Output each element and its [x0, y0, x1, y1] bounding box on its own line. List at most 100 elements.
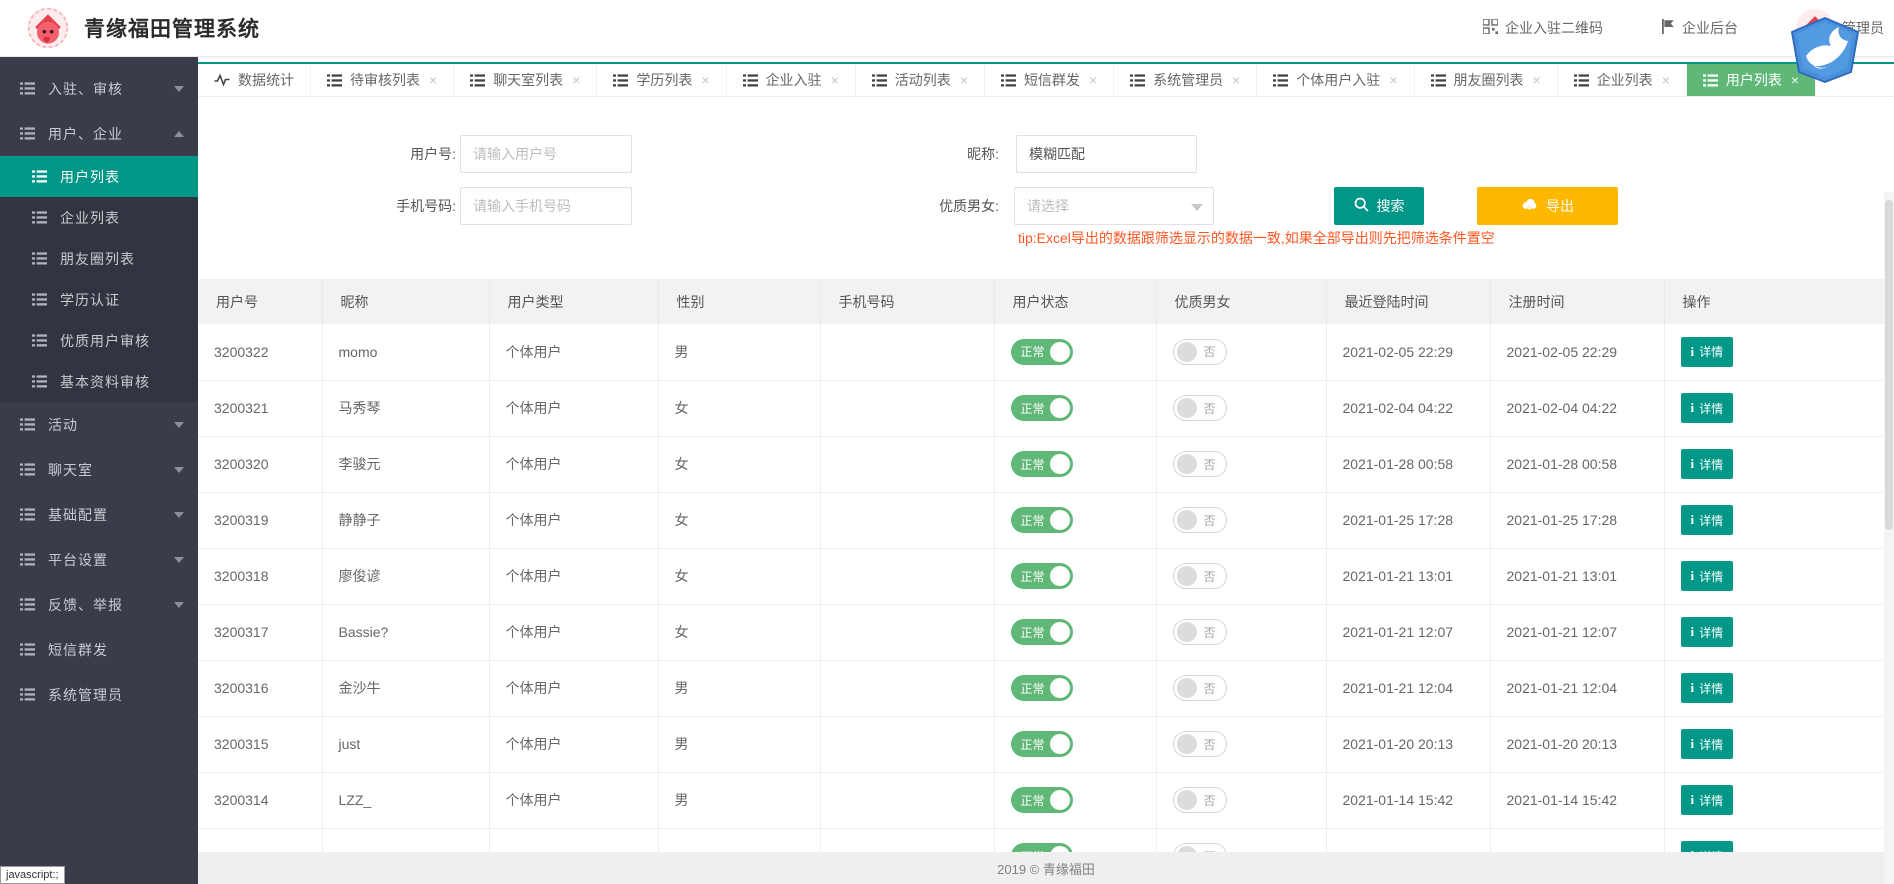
detail-button[interactable]: i详情	[1681, 617, 1734, 647]
list-icon	[20, 127, 35, 140]
page-footer: 2019 © 青缘福田	[198, 852, 1894, 884]
cell-nickname: 金沙牛	[322, 660, 489, 716]
tab-企业入驻[interactable]: 企业入驻×	[727, 64, 856, 96]
cell-action: i详情	[1664, 772, 1894, 828]
user-id-input[interactable]	[460, 135, 632, 173]
tab-朋友圈列表[interactable]: 朋友圈列表×	[1415, 64, 1558, 96]
premium-toggle-off[interactable]: 否	[1173, 507, 1227, 533]
premium-toggle-off[interactable]: 否	[1173, 451, 1227, 477]
sidebar-item-入驻、审核[interactable]: 入驻、审核	[0, 66, 198, 111]
toggle-knob	[1050, 678, 1070, 698]
close-icon[interactable]: ×	[1662, 73, 1670, 87]
detail-button[interactable]: i详情	[1681, 393, 1734, 423]
detail-button[interactable]: i详情	[1681, 729, 1734, 759]
close-icon[interactable]: ×	[1232, 73, 1240, 87]
sidebar-subitem-学历认证[interactable]: 学历认证	[0, 279, 198, 320]
sidebar-subitem-企业列表[interactable]: 企业列表	[0, 197, 198, 238]
search-button[interactable]: 搜索	[1334, 187, 1424, 225]
page-panel: 用户号: 昵称: 手机号码: 优质男女: 请选择 搜	[198, 97, 1894, 884]
table-row: 3200316金沙牛个体用户男正常否2021-01-21 12:042021-0…	[198, 660, 1894, 716]
status-toggle-on[interactable]: 正常	[1011, 843, 1073, 852]
tab-活动列表[interactable]: 活动列表×	[856, 64, 985, 96]
sidebar-subitem-朋友圈列表[interactable]: 朋友圈列表	[0, 238, 198, 279]
sidebar-subitem-用户列表[interactable]: 用户列表	[0, 156, 198, 197]
premium-toggle-off[interactable]: 否	[1173, 563, 1227, 589]
cell-nickname: 廖俊谚	[322, 548, 489, 604]
close-icon[interactable]: ×	[1389, 73, 1397, 87]
detail-button[interactable]: i详情	[1681, 561, 1734, 591]
qrcode-link[interactable]: 企业入驻二维码	[1483, 18, 1603, 38]
tab-聊天室列表[interactable]: 聊天室列表×	[454, 64, 597, 96]
status-toggle-on[interactable]: 正常	[1011, 395, 1073, 421]
status-toggle-on[interactable]: 正常	[1011, 451, 1073, 477]
tab-学历列表[interactable]: 学历列表×	[597, 64, 726, 96]
premium-toggle-off[interactable]: 否	[1173, 843, 1227, 852]
detail-button[interactable]: i详情	[1681, 841, 1734, 852]
status-toggle-on[interactable]: 正常	[1011, 731, 1073, 757]
sidebar-item-短信群发[interactable]: 短信群发	[0, 627, 198, 672]
close-icon[interactable]: ×	[960, 73, 968, 87]
premium-toggle-off[interactable]: 否	[1173, 731, 1227, 757]
premium-toggle-off[interactable]: 否	[1173, 675, 1227, 701]
sidebar-item-基础配置[interactable]: 基础配置	[0, 492, 198, 537]
sidebar-item-label: 入驻、审核	[48, 79, 123, 99]
close-icon[interactable]: ×	[1089, 73, 1097, 87]
premium-toggle-off[interactable]: 否	[1173, 787, 1227, 813]
status-toggle-on[interactable]: 正常	[1011, 675, 1073, 701]
premium-toggle-off[interactable]: 否	[1173, 619, 1227, 645]
scrollbar-thumb[interactable]	[1885, 200, 1893, 530]
cell-phone	[820, 492, 994, 548]
premium-select[interactable]: 请选择	[1014, 187, 1214, 225]
status-toggle-on[interactable]: 正常	[1011, 339, 1073, 365]
close-icon[interactable]: ×	[831, 73, 839, 87]
detail-button[interactable]: i详情	[1681, 505, 1734, 535]
close-icon[interactable]: ×	[429, 73, 437, 87]
detail-button[interactable]: i详情	[1681, 785, 1734, 815]
detail-button[interactable]: i详情	[1681, 337, 1734, 367]
tab-个体用户入驻[interactable]: 个体用户入驻×	[1257, 64, 1414, 96]
tab-数据统计[interactable]: 数据统计	[198, 64, 311, 96]
detail-button[interactable]: i详情	[1681, 449, 1734, 479]
tab-label: 待审核列表	[350, 70, 420, 90]
sidebar-item-聊天室[interactable]: 聊天室	[0, 447, 198, 492]
toggle-knob	[1050, 790, 1070, 810]
detail-button[interactable]: i详情	[1681, 673, 1734, 703]
cell-gender	[658, 828, 820, 852]
tab-短信群发[interactable]: 短信群发×	[985, 64, 1114, 96]
tab-待审核列表[interactable]: 待审核列表 ×	[311, 64, 454, 96]
toggle-label: 否	[1203, 343, 1215, 360]
status-bar-link-tooltip: javascript:;	[0, 866, 65, 884]
cell-gender: 女	[658, 604, 820, 660]
vertical-scrollbar[interactable]	[1884, 192, 1894, 884]
close-icon[interactable]: ×	[1533, 73, 1541, 87]
nickname-input[interactable]	[1016, 135, 1197, 173]
list-icon	[872, 74, 887, 87]
status-toggle-on[interactable]: 正常	[1011, 619, 1073, 645]
status-toggle-on[interactable]: 正常	[1011, 507, 1073, 533]
sidebar-subitem-优质用户审核[interactable]: 优质用户审核	[0, 320, 198, 361]
premium-toggle-off[interactable]: 否	[1173, 339, 1227, 365]
tab-企业列表[interactable]: 企业列表×	[1558, 64, 1687, 96]
status-toggle-on[interactable]: 正常	[1011, 563, 1073, 589]
close-icon[interactable]: ×	[572, 73, 580, 87]
sidebar-item-label: 基本资料审核	[60, 372, 150, 392]
export-button[interactable]: 导出	[1477, 187, 1618, 225]
cell-nickname: Bassie?	[322, 604, 489, 660]
table-row: 3200320李骏元个体用户女正常否2021-01-28 00:582021-0…	[198, 436, 1894, 492]
table-row: 3200315just个体用户男正常否2021-01-20 20:132021-…	[198, 716, 1894, 772]
sidebar-item-用户、企业[interactable]: 用户、企业	[0, 111, 198, 156]
close-icon[interactable]: ×	[701, 73, 709, 87]
sidebar-item-平台设置[interactable]: 平台设置	[0, 537, 198, 582]
list-icon	[1703, 74, 1718, 87]
phone-input[interactable]	[460, 187, 632, 225]
content-area: 数据统计待审核列表×聊天室列表×学历列表×企业入驻×活动列表×短信群发×系统管理…	[198, 57, 1894, 884]
sidebar-item-活动[interactable]: 活动	[0, 402, 198, 447]
sidebar-subitem-基本资料审核[interactable]: 基本资料审核	[0, 361, 198, 402]
export-tip-text: tip:Excel导出的数据跟筛选显示的数据一致,如果全部导出则先把筛选条件置空	[1018, 228, 1495, 248]
sidebar-item-反馈、举报[interactable]: 反馈、举报	[0, 582, 198, 627]
sidebar-item-系统管理员[interactable]: 系统管理员	[0, 672, 198, 717]
premium-toggle-off[interactable]: 否	[1173, 395, 1227, 421]
status-toggle-on[interactable]: 正常	[1011, 787, 1073, 813]
tab-系统管理员[interactable]: 系统管理员×	[1114, 64, 1257, 96]
enterprise-backend-link[interactable]: 企业后台	[1661, 18, 1738, 38]
